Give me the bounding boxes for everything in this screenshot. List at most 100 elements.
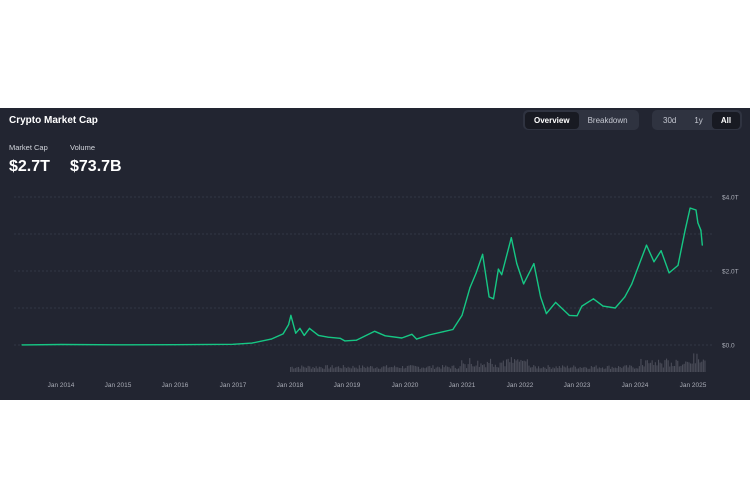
volume-bar [619, 367, 621, 372]
volume-bar [424, 368, 426, 372]
volume-bar [637, 368, 639, 372]
data-point [545, 313, 548, 315]
data-point [624, 296, 626, 298]
data-point [697, 222, 699, 224]
volume-bar [576, 368, 578, 372]
volume-bar [694, 363, 696, 372]
volume-bar [499, 362, 501, 372]
volume-bar [557, 368, 559, 372]
volume-bar [320, 367, 322, 372]
data-point [660, 250, 662, 252]
volume-bar [342, 365, 344, 372]
volume-bar [453, 365, 455, 372]
volume-bar [550, 368, 552, 372]
volume-bar [418, 366, 420, 372]
x-tick-label: Jan 2016 [162, 382, 189, 389]
volume-bar [414, 366, 416, 372]
volume-bar [402, 366, 404, 372]
volume-bar [654, 362, 656, 372]
volume-bar [387, 367, 389, 372]
volume-bar [384, 366, 386, 372]
data-point [232, 343, 234, 345]
volume-bar [698, 359, 700, 372]
volume-bar [622, 366, 624, 372]
volume-bar [592, 367, 594, 372]
volume-bar [667, 360, 669, 372]
volume-bar [560, 367, 562, 372]
data-point [653, 261, 655, 263]
volume-bar [379, 368, 381, 372]
volume-bar [344, 367, 346, 372]
volume-bar [677, 360, 679, 372]
data-point [416, 338, 418, 340]
volume-bar [680, 365, 682, 372]
volume-bar [598, 367, 600, 372]
data-point [308, 327, 311, 329]
volume-bar [355, 367, 357, 372]
volume-bar [472, 366, 474, 372]
volume-bar [541, 368, 543, 372]
volume-bar [531, 367, 533, 372]
volume-bar [366, 366, 368, 372]
volume-bar [552, 367, 554, 372]
data-point [568, 314, 570, 316]
volume-bar [678, 366, 680, 372]
volume-bar [314, 368, 316, 372]
volume-bar [514, 359, 516, 372]
x-tick-label: Jan 2020 [392, 382, 419, 389]
volume-bar [554, 368, 556, 372]
volume-bar [459, 366, 461, 372]
volume-bar [456, 368, 458, 372]
volume-bar [374, 368, 376, 372]
volume-bar [587, 368, 589, 372]
volume-bar [306, 367, 308, 372]
volume-bar [334, 367, 336, 372]
data-point [288, 324, 290, 326]
data-point [677, 264, 679, 266]
volume-bar [490, 358, 492, 372]
volume-bar [600, 368, 602, 372]
volume-bar [400, 368, 402, 372]
data-point [614, 307, 616, 309]
volume-bar [360, 368, 362, 372]
volume-bar [562, 365, 564, 372]
volume-bar [584, 366, 586, 372]
volume-bar [326, 365, 328, 372]
volume-bar [690, 363, 692, 372]
y-tick-label: $2.0T [722, 269, 739, 276]
volume-bar [640, 358, 642, 372]
volume-bar [467, 364, 469, 372]
data-point [555, 301, 557, 303]
volume-bar [539, 368, 541, 372]
data-point [668, 272, 670, 274]
data-point [510, 237, 512, 239]
volume-bar [411, 365, 413, 372]
volume-bar [683, 363, 685, 372]
volume-bar [582, 367, 584, 372]
volume-bar [426, 367, 428, 372]
market-cap-chart[interactable]: $0.0 $2.0T $4.0T Jan 2014 Jan 2015 Jan 2016 Ja… [0, 0, 750, 500]
volume-bar [699, 362, 701, 372]
volume-bar [448, 367, 450, 372]
volume-bar [405, 367, 407, 372]
volume-bar [510, 357, 512, 372]
volume-bar [302, 366, 304, 372]
volume-bar [522, 360, 524, 372]
data-point [684, 229, 686, 231]
volume-bar [438, 367, 440, 372]
volume-bar [518, 361, 520, 372]
volume-bar [685, 361, 687, 372]
volume-bar [416, 366, 418, 372]
volume-bar [594, 366, 596, 372]
volume-bar [566, 365, 568, 372]
volume-bar [530, 367, 532, 372]
volume-bar [621, 368, 623, 372]
market-cap-line [21, 207, 703, 346]
volume-bar [608, 365, 610, 372]
volume-bar [624, 365, 626, 372]
volume-bar [446, 366, 448, 372]
volume-bar [325, 365, 327, 372]
data-point [523, 283, 525, 285]
volume-bar [504, 366, 506, 372]
volume-bar [611, 366, 613, 372]
